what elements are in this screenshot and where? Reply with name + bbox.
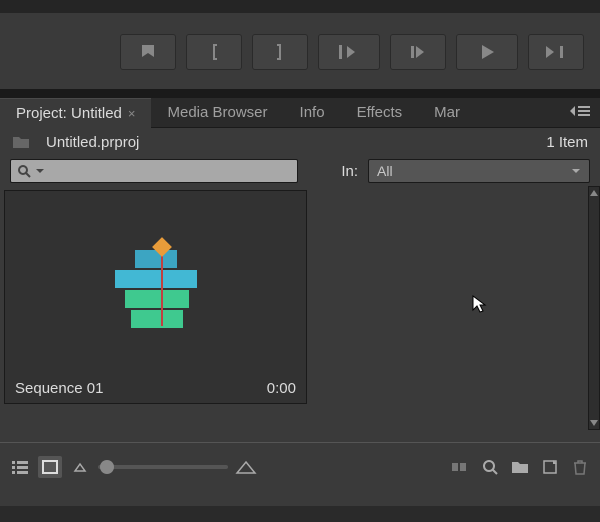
marker-icon — [139, 43, 157, 61]
step-forward-icon — [546, 43, 566, 61]
step-back-button[interactable] — [390, 34, 446, 70]
tab-project-label: Project: Untitled — [16, 105, 122, 122]
folder-icon — [511, 460, 529, 474]
project-panel: Untitled.prproj 1 Item In: All — [0, 128, 600, 490]
project-content-area: Sequence 01 0:00 — [0, 186, 600, 434]
tab-media-browser[interactable]: Media Browser — [151, 98, 283, 127]
cursor-icon — [471, 294, 487, 314]
sequence-thumbnail[interactable]: Sequence 01 0:00 — [4, 190, 307, 404]
search-filter-row: In: All — [0, 156, 600, 186]
new-bin-button[interactable] — [508, 456, 532, 478]
triangle-large-icon — [235, 460, 257, 474]
play-icon — [478, 42, 496, 62]
find-button[interactable] — [478, 456, 502, 478]
trash-icon — [573, 459, 587, 475]
bottom-strip — [0, 490, 600, 506]
automate-button[interactable] — [448, 456, 472, 478]
tab-info[interactable]: Info — [284, 98, 341, 127]
new-item-button[interactable] — [538, 456, 562, 478]
step-forward-button[interactable] — [528, 34, 584, 70]
sequence-icon — [115, 250, 197, 328]
play-button[interactable] — [456, 34, 518, 70]
transport-toolbar — [0, 14, 600, 90]
project-empty-area[interactable] — [311, 186, 588, 434]
project-footer — [0, 442, 600, 490]
list-view-button[interactable] — [8, 456, 32, 478]
tab-effects[interactable]: Effects — [341, 98, 419, 127]
in-dropdown-value: All — [377, 163, 393, 179]
project-header: Untitled.prproj 1 Item — [0, 128, 600, 156]
scroll-up-icon[interactable] — [589, 187, 599, 199]
find-icon — [482, 459, 498, 475]
tab-project[interactable]: Project: Untitled × — [0, 98, 151, 128]
list-view-icon — [12, 460, 28, 474]
search-icon — [17, 164, 31, 178]
go-in-icon — [337, 43, 361, 61]
in-label: In: — [341, 163, 358, 180]
project-filename: Untitled.prproj — [46, 134, 139, 151]
sequence-duration: 0:00 — [267, 380, 296, 397]
vertical-scrollbar[interactable] — [588, 186, 600, 430]
goto-in-button[interactable] — [318, 34, 380, 70]
in-dropdown[interactable]: All — [368, 159, 590, 183]
delete-button[interactable] — [568, 456, 592, 478]
search-input[interactable] — [10, 159, 298, 183]
automate-icon — [451, 460, 469, 474]
bracket-open-icon — [207, 42, 221, 62]
set-in-button[interactable] — [186, 34, 242, 70]
bracket-close-icon — [273, 42, 287, 62]
close-icon[interactable]: × — [128, 106, 136, 121]
item-count: 1 Item — [546, 134, 588, 151]
sequence-name: Sequence 01 — [15, 380, 103, 397]
step-back-icon — [408, 43, 428, 61]
project-folder-icon — [12, 135, 30, 149]
marker-button[interactable] — [120, 34, 176, 70]
set-out-button[interactable] — [252, 34, 308, 70]
panel-menu-button[interactable] — [560, 104, 600, 121]
zoom-slider[interactable] — [98, 465, 228, 469]
scroll-down-icon[interactable] — [589, 417, 599, 429]
new-item-icon — [542, 459, 558, 475]
triangle-small-icon — [73, 462, 87, 472]
panel-tabs: Project: Untitled × Media Browser Info E… — [0, 98, 600, 128]
icon-view-icon — [42, 460, 58, 474]
chevron-down-icon — [35, 166, 45, 176]
thumbnail-large-button[interactable] — [234, 456, 258, 478]
app-top-bar — [0, 0, 600, 14]
tab-markers[interactable]: Mar — [418, 98, 476, 127]
icon-view-button[interactable] — [38, 456, 62, 478]
thumbnail-small-button[interactable] — [68, 456, 92, 478]
chevron-down-icon — [571, 166, 581, 176]
